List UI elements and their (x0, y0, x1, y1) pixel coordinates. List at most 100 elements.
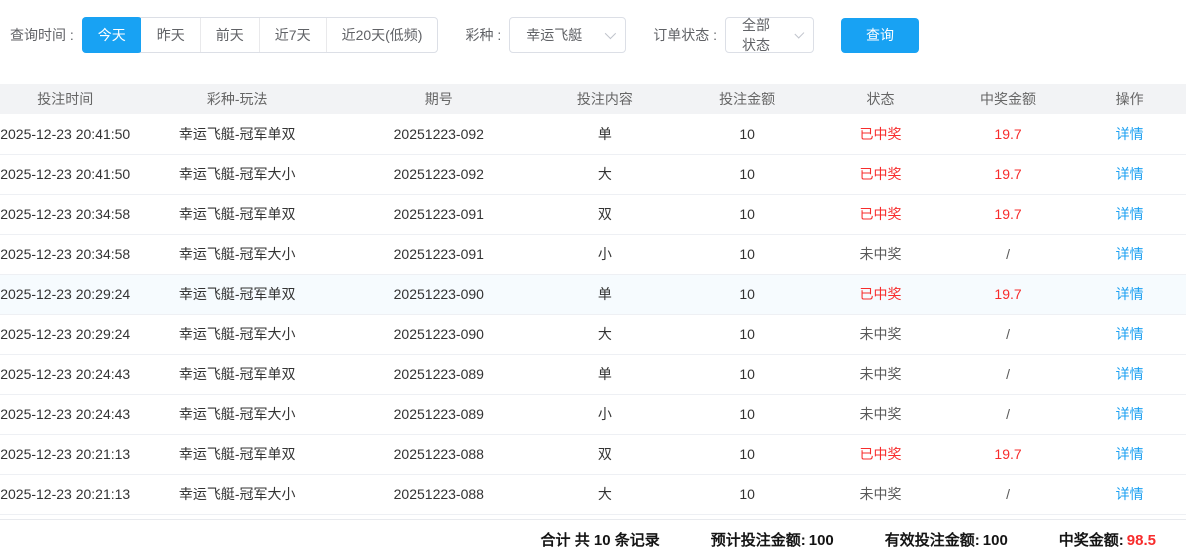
cell-lottery-play: 幸运飞艇-冠军大小 (130, 154, 343, 194)
cell-bet-content: 单 (534, 114, 676, 154)
time-range-button[interactable]: 前天 (200, 18, 259, 52)
cell-bet-time: 2025-12-23 20:29:24 (0, 314, 130, 354)
time-range-button[interactable]: 昨天 (141, 18, 200, 52)
col-header-bet-time: 投注时间 (0, 84, 130, 114)
cell-bet-time: 2025-12-23 20:41:50 (0, 114, 130, 154)
cell-bet-amount: 10 (676, 314, 818, 354)
summary-valid-bet-value: 100 (983, 532, 1008, 548)
chevron-down-icon (795, 29, 805, 39)
cell-bet-amount: 10 (676, 274, 818, 314)
detail-link[interactable]: 详情 (1116, 246, 1144, 262)
cell-bet-content: 大 (534, 474, 676, 514)
cell-bet-amount: 10 (676, 154, 818, 194)
cell-bet-time: 2025-12-23 20:34:58 (0, 234, 130, 274)
cell-bet-content: 大 (534, 154, 676, 194)
cell-prize: 19.7 (943, 274, 1073, 314)
time-range-button[interactable]: 近20天(低频) (326, 18, 438, 52)
time-range-button[interactable]: 今天 (82, 17, 142, 53)
table-row: 2025-12-23 20:29:24 幸运飞艇-冠军大小 20251223-0… (0, 314, 1186, 354)
orders-table: 投注时间 彩种-玩法 期号 投注内容 投注金额 状态 中奖金额 操作 2025-… (0, 84, 1186, 515)
cell-bet-amount: 10 (676, 234, 818, 274)
order-status-select-value: 全部状态 (738, 15, 781, 55)
cell-bet-content: 小 (534, 234, 676, 274)
col-header-status: 状态 (818, 84, 943, 114)
cell-bet-amount: 10 (676, 474, 818, 514)
summary-expected-bet-value: 100 (809, 532, 834, 548)
table-row: 2025-12-23 20:34:58 幸运飞艇-冠军单双 20251223-0… (0, 194, 1186, 234)
cell-prize: 19.7 (943, 194, 1073, 234)
cell-prize: / (943, 394, 1073, 434)
col-header-bet-content: 投注内容 (534, 84, 676, 114)
cell-status: 已中奖 (818, 114, 943, 154)
cell-bet-amount: 10 (676, 194, 818, 234)
filter-bar: 查询时间 : 今天昨天前天近7天近20天(低频) 彩种 : 幸运飞艇 订单状态 … (0, 0, 1186, 52)
summary-expected-bet: 预计投注金额:100 (708, 529, 834, 548)
cell-bet-time: 2025-12-23 20:34:58 (0, 194, 130, 234)
summary-bar: 合计 共 10 条记录 预计投注金额:100 有效投注金额:100 中奖金额:9… (0, 519, 1186, 548)
cell-issue: 20251223-092 (344, 114, 534, 154)
cell-lottery-play: 幸运飞艇-冠军单双 (130, 274, 343, 314)
cell-prize: / (943, 354, 1073, 394)
cell-issue: 20251223-089 (344, 394, 534, 434)
detail-link[interactable]: 详情 (1116, 206, 1144, 222)
cell-issue: 20251223-091 (344, 194, 534, 234)
col-header-lottery-play: 彩种-玩法 (130, 84, 343, 114)
cell-lottery-play: 幸运飞艇-冠军大小 (130, 234, 343, 274)
cell-bet-time: 2025-12-23 20:24:43 (0, 354, 130, 394)
lottery-select-value: 幸运飞艇 (522, 25, 582, 45)
cell-bet-content: 双 (534, 434, 676, 474)
cell-status: 未中奖 (818, 314, 943, 354)
cell-issue: 20251223-089 (344, 354, 534, 394)
table-header-row: 投注时间 彩种-玩法 期号 投注内容 投注金额 状态 中奖金额 操作 (0, 84, 1186, 114)
order-status-select[interactable]: 全部状态 (725, 17, 814, 53)
cell-status: 未中奖 (818, 394, 943, 434)
summary-win-amount-label: 中奖金额: (1059, 532, 1124, 548)
table-row: 2025-12-23 20:24:43 幸运飞艇-冠军大小 20251223-0… (0, 394, 1186, 434)
time-range-button[interactable]: 近7天 (259, 18, 326, 52)
cell-lottery-play: 幸运飞艇-冠军大小 (130, 474, 343, 514)
table-row: 2025-12-23 20:24:43 幸运飞艇-冠军单双 20251223-0… (0, 354, 1186, 394)
order-status-label: 订单状态 : (653, 25, 717, 45)
cell-bet-content: 单 (534, 354, 676, 394)
lottery-select[interactable]: 幸运飞艇 (509, 17, 626, 53)
col-header-prize: 中奖金额 (943, 84, 1073, 114)
cell-status: 已中奖 (818, 274, 943, 314)
detail-link[interactable]: 详情 (1116, 486, 1144, 502)
cell-status: 已中奖 (818, 434, 943, 474)
cell-status: 未中奖 (818, 474, 943, 514)
cell-issue: 20251223-092 (344, 154, 534, 194)
cell-bet-amount: 10 (676, 354, 818, 394)
cell-issue: 20251223-090 (344, 274, 534, 314)
summary-expected-bet-label: 预计投注金额: (711, 532, 806, 548)
cell-bet-content: 单 (534, 274, 676, 314)
cell-bet-time: 2025-12-23 20:41:50 (0, 154, 130, 194)
summary-win-amount-value: 98.5 (1127, 532, 1156, 548)
cell-issue: 20251223-088 (344, 434, 534, 474)
cell-prize: / (943, 314, 1073, 354)
cell-prize: 19.7 (943, 434, 1073, 474)
detail-link[interactable]: 详情 (1116, 366, 1144, 382)
detail-link[interactable]: 详情 (1116, 326, 1144, 342)
cell-bet-amount: 10 (676, 434, 818, 474)
cell-bet-content: 大 (534, 314, 676, 354)
detail-link[interactable]: 详情 (1116, 406, 1144, 422)
cell-bet-time: 2025-12-23 20:29:24 (0, 274, 130, 314)
detail-link[interactable]: 详情 (1116, 446, 1144, 462)
cell-bet-time: 2025-12-23 20:21:13 (0, 434, 130, 474)
detail-link[interactable]: 详情 (1116, 286, 1144, 302)
query-button[interactable]: 查询 (841, 18, 919, 53)
cell-lottery-play: 幸运飞艇-冠军大小 (130, 314, 343, 354)
cell-bet-content: 小 (534, 394, 676, 434)
cell-bet-content: 双 (534, 194, 676, 234)
table-row: 2025-12-23 20:21:13 幸运飞艇-冠军单双 20251223-0… (0, 434, 1186, 474)
cell-bet-time: 2025-12-23 20:24:43 (0, 394, 130, 434)
detail-link[interactable]: 详情 (1116, 126, 1144, 142)
summary-win-amount: 中奖金额:98.5 (1056, 529, 1156, 548)
summary-valid-bet-label: 有效投注金额: (885, 532, 980, 548)
chevron-down-icon (605, 28, 616, 39)
table-row: 2025-12-23 20:29:24 幸运飞艇-冠军单双 20251223-0… (0, 274, 1186, 314)
detail-link[interactable]: 详情 (1116, 166, 1144, 182)
cell-status: 已中奖 (818, 154, 943, 194)
summary-valid-bet: 有效投注金额:100 (882, 529, 1008, 548)
cell-lottery-play: 幸运飞艇-冠军单双 (130, 114, 343, 154)
